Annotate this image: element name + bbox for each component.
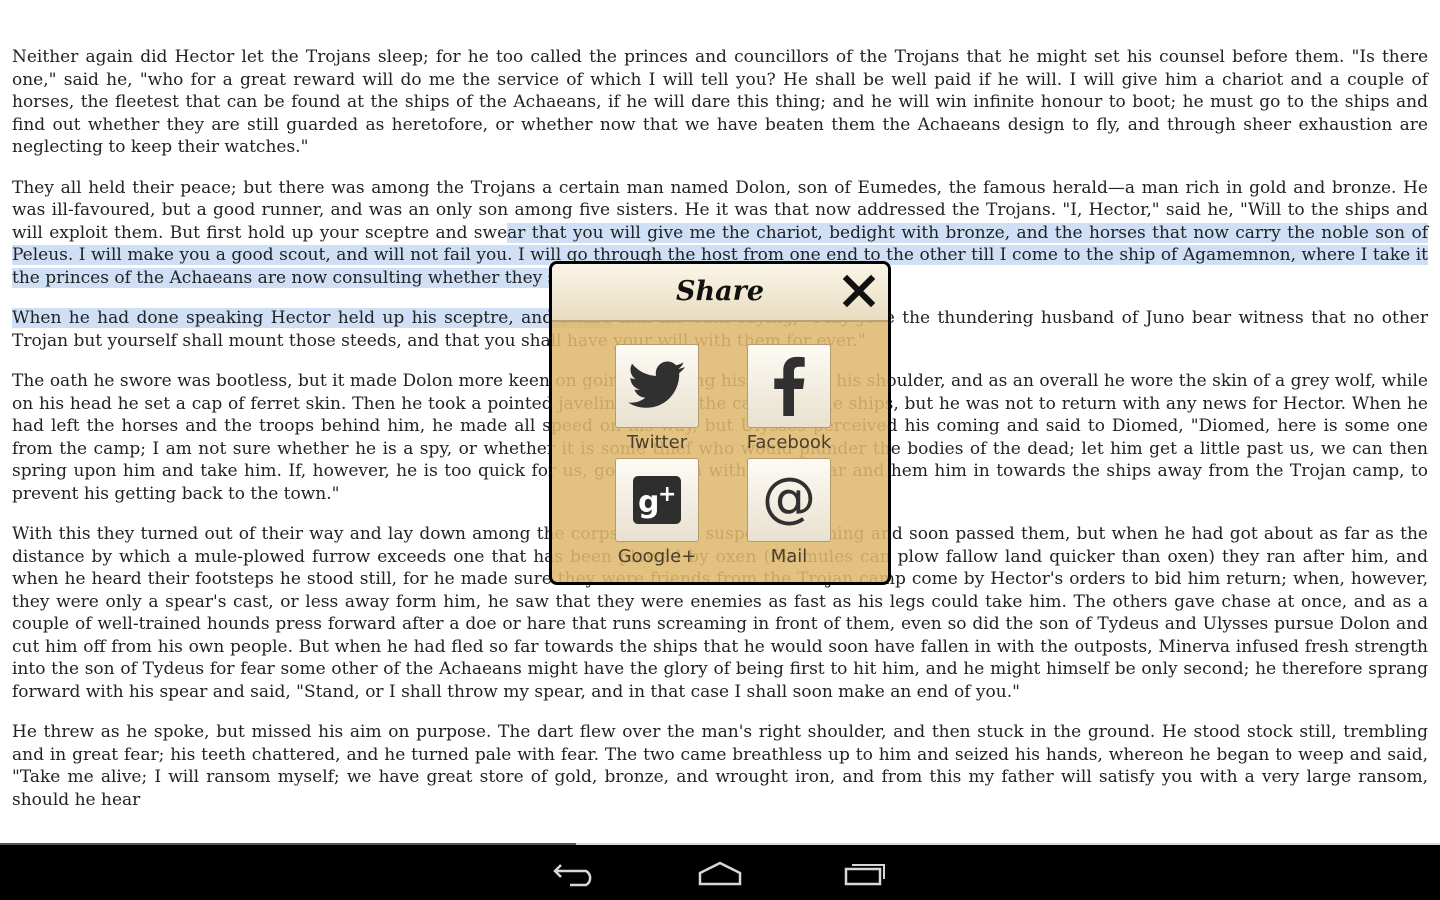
share-twitter-button[interactable]: Twitter: [607, 344, 707, 464]
share-dialog-header: Share: [552, 264, 888, 322]
recent-apps-button[interactable]: [838, 857, 894, 887]
share-googleplus-tile[interactable]: g +: [615, 458, 699, 542]
selected-text[interactable]: When he had done speaking Hector held up…: [12, 308, 613, 328]
google-plus-icon: g +: [633, 476, 681, 524]
share-twitter-label: Twitter: [626, 432, 688, 453]
share-dialog-title: Share: [675, 276, 765, 307]
svg-text:@: @: [762, 470, 816, 529]
home-button[interactable]: [692, 857, 748, 887]
twitter-bird-icon: [628, 361, 685, 408]
recent-apps-icon: [844, 864, 885, 886]
share-dialog: Share Twitter Facebook g + Google+ @ Mai…: [549, 261, 891, 585]
share-facebook-label: Facebook: [746, 432, 832, 453]
share-googleplus-button[interactable]: g + Google+: [607, 458, 707, 578]
navigation-bar: [0, 845, 1440, 900]
home-icon: [698, 861, 742, 886]
close-icon: [842, 274, 876, 308]
paragraph-text: He threw as he spoke, but missed his aim…: [12, 722, 1428, 810]
share-facebook-button[interactable]: Facebook: [739, 344, 839, 464]
paragraph[interactable]: He threw as he spoke, but missed his aim…: [12, 721, 1428, 811]
close-button[interactable]: [842, 274, 876, 308]
svg-text:+: +: [658, 482, 676, 507]
share-googleplus-label: Google+: [617, 546, 697, 567]
svg-text:g: g: [638, 485, 659, 520]
share-mail-label: Mail: [770, 546, 808, 567]
back-arrow-icon: [553, 864, 592, 887]
paragraph[interactable]: Neither again did Hector let the Trojans…: [12, 46, 1428, 159]
at-sign-icon: @: [762, 470, 816, 529]
share-facebook-tile[interactable]: [747, 344, 831, 428]
back-button[interactable]: [548, 857, 604, 887]
share-twitter-tile[interactable]: [615, 344, 699, 428]
share-mail-button[interactable]: @ Mail: [739, 458, 839, 578]
paragraph-text: Neither again did Hector let the Trojans…: [12, 47, 1428, 157]
share-mail-tile[interactable]: @: [747, 458, 831, 542]
facebook-f-icon: [774, 356, 805, 416]
